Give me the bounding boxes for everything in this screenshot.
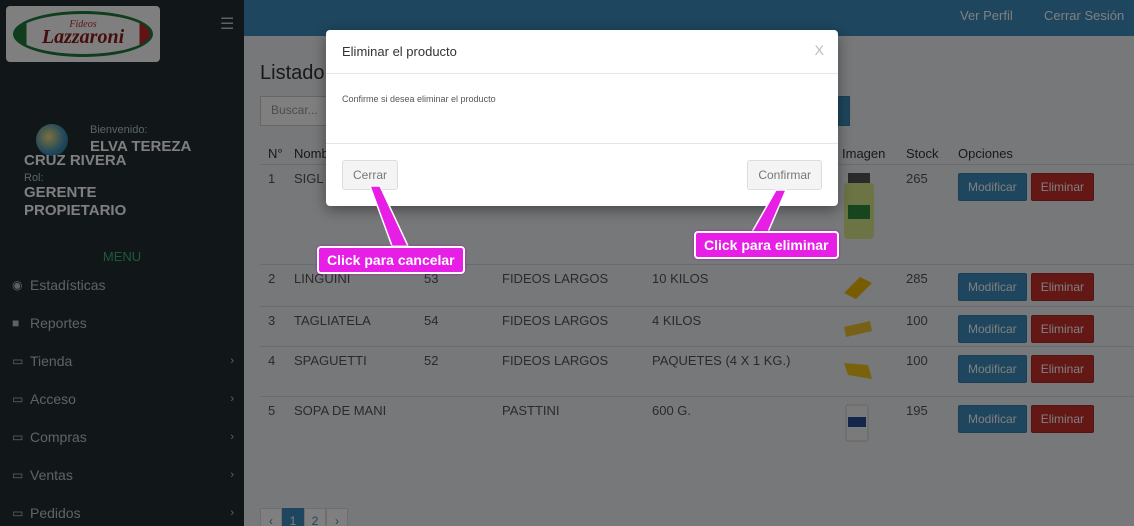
modal-title: Eliminar el producto	[342, 44, 457, 59]
delete-product-modal: Eliminar el producto X Confirme si desea…	[326, 30, 838, 206]
confirm-callout: Click para eliminar	[694, 231, 839, 259]
cancel-callout: Click para cancelar	[317, 246, 465, 274]
close-icon[interactable]: X	[815, 42, 824, 58]
confirm-button[interactable]: Confirmar	[747, 160, 822, 190]
modal-footer: Cerrar Confirmar	[326, 144, 838, 206]
cancel-button[interactable]: Cerrar	[342, 160, 399, 190]
modal-body: Confirme si desea eliminar el producto	[326, 74, 838, 144]
modal-header: Eliminar el producto X	[326, 30, 838, 74]
